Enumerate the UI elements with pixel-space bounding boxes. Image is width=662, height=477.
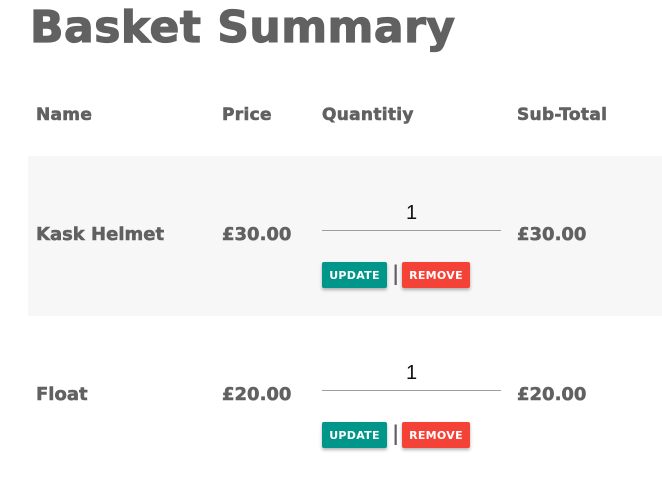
- update-button[interactable]: UPDATE: [322, 262, 387, 288]
- item-name: Kask Helmet: [36, 224, 165, 246]
- item-price: £30.00: [222, 224, 292, 246]
- update-button[interactable]: UPDATE: [322, 422, 387, 448]
- column-header-subtotal: Sub-Total: [517, 105, 608, 126]
- item-subtotal: £20.00: [517, 384, 587, 406]
- item-price: £20.00: [222, 384, 292, 406]
- remove-button[interactable]: REMOVE: [402, 422, 470, 448]
- item-subtotal: £30.00: [517, 224, 587, 246]
- page-title: Basket Summary: [29, 1, 456, 53]
- column-header-price: Price: [222, 105, 272, 126]
- column-header-quantity: Quantitiy: [322, 105, 414, 126]
- column-header-name: Name: [36, 105, 93, 126]
- quantity-input[interactable]: [322, 196, 501, 231]
- item-name: Float: [36, 384, 88, 406]
- button-separator: |: [392, 421, 400, 445]
- button-separator: |: [392, 261, 400, 285]
- quantity-input[interactable]: [322, 356, 501, 391]
- table-row: Kask Helmet £30.00 UPDATE | REMOVE £30.0…: [28, 156, 662, 316]
- remove-button[interactable]: REMOVE: [402, 262, 470, 288]
- table-row: Float £20.00 UPDATE | REMOVE £20.00: [28, 316, 662, 476]
